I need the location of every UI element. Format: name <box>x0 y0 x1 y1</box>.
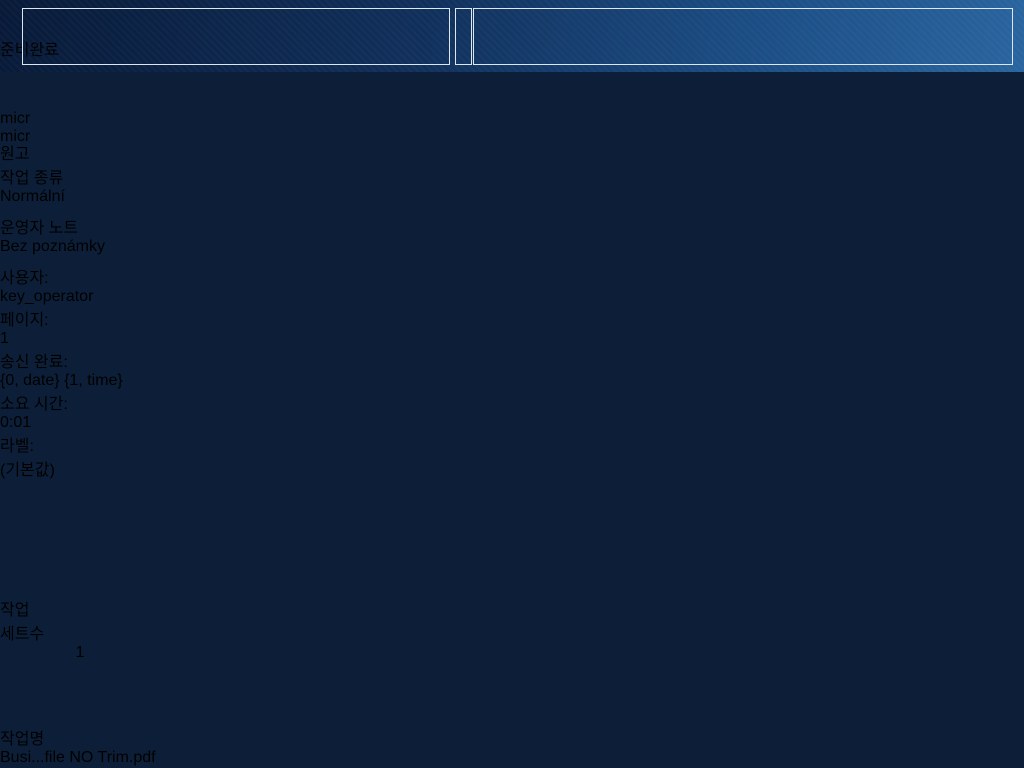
tile-number-of-sets[interactable]: 세트수 1 <box>0 620 160 725</box>
info-value: {0, date} {1, time} <box>0 372 1024 390</box>
tile-value: Normální <box>0 188 158 206</box>
device-box-divider <box>0 60 1024 110</box>
info-row: 송신 완료:{0, date} {1, time} <box>0 348 1024 390</box>
job-info-block: 사용자:key_operator페이지:1송신 완료:{0, date} {1,… <box>0 264 1024 480</box>
topbar-spacer-box <box>455 8 472 65</box>
tile-label: 작업명 <box>0 725 158 749</box>
info-value: 0:01 <box>0 414 1024 432</box>
micr-label-text: micr <box>0 128 30 145</box>
info-value: (기본값) <box>0 456 1024 480</box>
job-panel <box>0 480 501 596</box>
info-row: 소요 시간:0:01 <box>0 390 1024 432</box>
info-label: 페이지: <box>0 306 1024 330</box>
micr-tray-unit-2[interactable]: micr <box>0 128 1024 146</box>
micr-label: micr <box>0 128 1024 146</box>
info-value: 1 <box>0 330 1024 348</box>
tile-label: 작업 종류 <box>0 164 158 188</box>
info-value: key_operator <box>0 288 1024 306</box>
sets-count: 1 <box>0 644 160 662</box>
tile-job-name[interactable]: 작업명 Busi...file NO Trim.pdf <box>0 725 158 768</box>
tile-operator-note[interactable]: 운영자 노트 Bez poznámky <box>0 214 158 264</box>
printer-job-edit-screen: 준비완료 micr micr <box>0 0 1024 768</box>
tile-job-type[interactable]: 작업 종류 Normální <box>0 164 158 214</box>
info-row: 라벨:(기본값) <box>0 432 1024 480</box>
status-bar: 준비완료 micr micr <box>0 0 1024 72</box>
stripes-decoration-icon <box>6 7 21 65</box>
info-label: 라벨: <box>0 432 1024 456</box>
info-label: 송신 완료: <box>0 348 1024 372</box>
micr-tray-unit-1[interactable]: micr <box>0 110 1024 128</box>
info-row: 사용자:key_operator <box>0 264 1024 306</box>
tile-value: Bez poznámky <box>0 238 158 256</box>
tile-value: Busi...file NO Trim.pdf <box>0 749 158 767</box>
info-label: 소요 시간: <box>0 390 1024 414</box>
micr-label-text: micr <box>0 110 30 127</box>
micr-label: micr <box>0 110 1024 128</box>
status-box <box>22 8 450 65</box>
tab-job[interactable]: 작업 <box>0 596 124 620</box>
device-box <box>473 8 1013 65</box>
tile-label: 운영자 노트 <box>0 214 158 238</box>
info-label: 사용자: <box>0 264 1024 288</box>
info-row: 페이지:1 <box>0 306 1024 348</box>
tile-label: 세트수 <box>0 620 160 644</box>
